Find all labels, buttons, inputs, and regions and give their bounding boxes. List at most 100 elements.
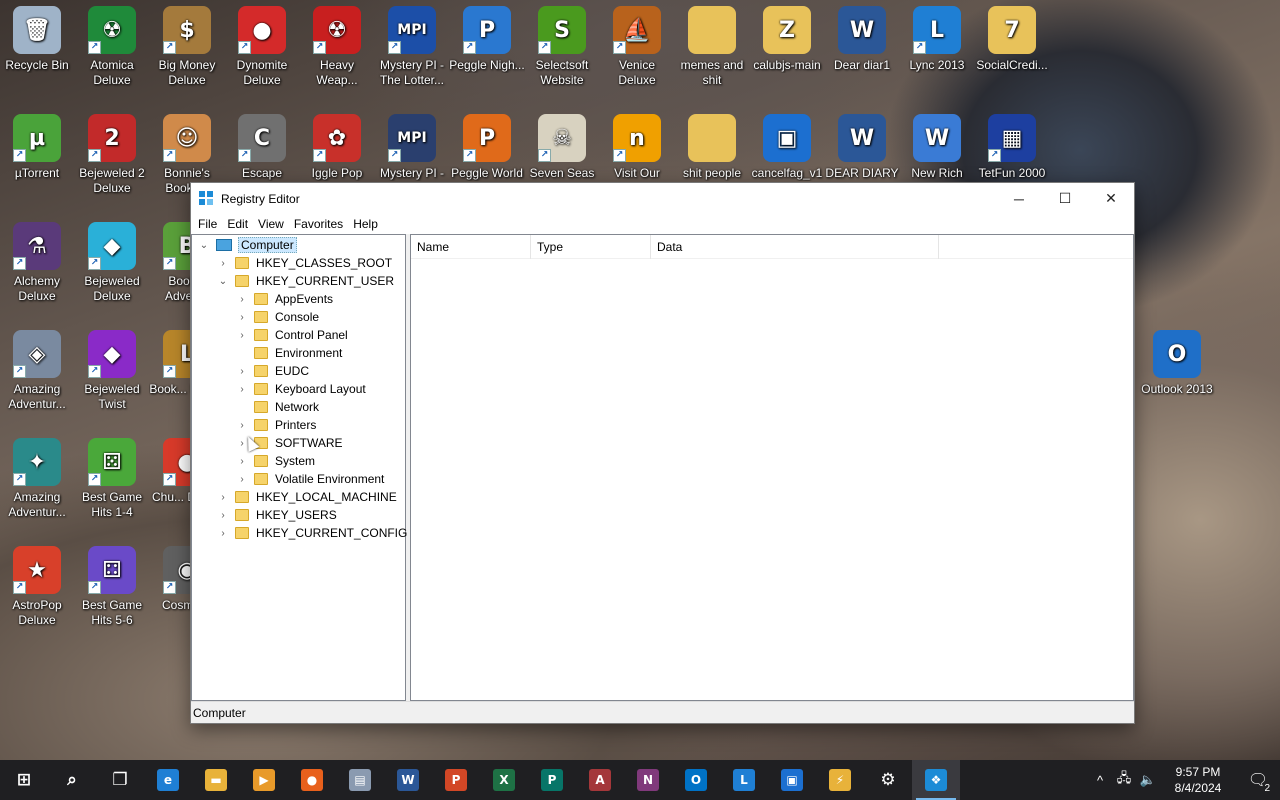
desktop-icon[interactable]: n ↗ Visit Our [599,112,675,181]
desktop-icon[interactable]: P ↗ Peggle World [449,112,525,181]
tree-node-console[interactable]: › Console [236,308,319,326]
menu-edit[interactable]: Edit [222,217,253,231]
taskbar-button[interactable]: P [432,760,480,800]
desktop-icon[interactable]: shit people [674,112,750,181]
tree-node-hkey-current-config[interactable]: › HKEY_CURRENT_CONFIG [217,524,407,542]
tree-node-printers[interactable]: › Printers [236,416,316,434]
expand-icon[interactable]: › [236,294,248,305]
tree-node-volatile-environment[interactable]: › Volatile Environment [236,470,384,488]
values-list[interactable]: Name Type Data [410,234,1134,701]
expand-icon[interactable]: › [236,312,248,323]
menu-view[interactable]: View [253,217,289,231]
desktop-icon[interactable]: ⛵ ↗ Venice Deluxe [599,4,675,88]
desktop-icon[interactable]: C ↗ Escape [224,112,300,181]
taskbar-button[interactable]: ❐ [96,760,144,800]
taskbar-button[interactable]: ▬ [192,760,240,800]
tree-node-keyboard-layout[interactable]: › Keyboard Layout [236,380,365,398]
tree-node-hkey-users[interactable]: › HKEY_USERS [217,506,336,524]
desktop-icon[interactable]: O Outlook 2013 [1139,328,1215,397]
desktop-icon[interactable]: W Dear diar1 [824,4,900,73]
column-type[interactable]: Type [531,234,651,259]
action-center-button[interactable]: 🗨 2 [1236,770,1280,794]
tree-node-control-panel[interactable]: › Control Panel [236,326,347,344]
desktop-icon[interactable]: ◆ ↗ Bejeweled Twist [74,328,150,412]
desktop-icon[interactable]: ★ ↗ AstroPop Deluxe [0,544,75,628]
desktop-icon[interactable]: MPI ↗ Mystery PI - The Lotter... [374,4,450,88]
taskbar-button[interactable]: X [480,760,528,800]
registry-tree[interactable]: ⌄ Computer › HKEY_CLASSES_ROOT ⌄ HKEY_CURRE… [191,234,407,701]
expand-icon[interactable]: › [217,258,229,269]
desktop-icon[interactable]: memes and shit [674,4,750,88]
tree-node-hkey-local-machine[interactable]: › HKEY_LOCAL_MACHINE [217,488,396,506]
desktop-icon[interactable]: ✿ ↗ Iggle Pop [299,112,375,181]
taskbar-button[interactable]: ❖ [912,760,960,800]
taskbar-button[interactable]: ⚡ [816,760,864,800]
desktop-icon[interactable]: ⚗ ↗ Alchemy Deluxe [0,220,75,304]
desktop-icon[interactable]: ☢ ↗ Atomica Deluxe [74,4,150,88]
expand-icon[interactable]: › [236,330,248,341]
expand-icon[interactable]: › [217,492,229,503]
desktop-icon[interactable]: ▦ ↗ TetFun 2000 [974,112,1050,181]
expand-icon[interactable]: › [236,474,248,485]
taskbar-button[interactable]: W [384,760,432,800]
expand-icon[interactable]: › [236,366,248,377]
title-bar[interactable]: Registry Editor ─ ☐ ✕ [191,183,1134,214]
taskbar-button[interactable]: ▣ [768,760,816,800]
taskbar-button[interactable]: ⌕ [48,760,96,800]
desktop-icon[interactable]: ⚄ ↗ Best Game Hits 1-4 [74,436,150,520]
taskbar-button[interactable]: ▶ [240,760,288,800]
taskbar-button[interactable]: ⊞ [0,760,48,800]
clock[interactable]: 9:57 PM 8/4/2024 [1160,764,1236,796]
desktop-icon[interactable]: ◈ ↗ Amazing Adventur... [0,328,75,412]
taskbar-button[interactable]: P [528,760,576,800]
desktop-icon[interactable]: W New Rich [899,112,975,181]
taskbar-button[interactable]: ▤ [336,760,384,800]
desktop-icon[interactable]: L ↗ Lync 2013 [899,4,975,73]
desktop-icon[interactable]: 7 SocialCredi... [974,4,1050,73]
menu-file[interactable]: File [193,217,222,231]
desktop-icon[interactable]: ⚃ ↗ Best Game Hits 5-6 [74,544,150,628]
expand-icon[interactable]: › [236,420,248,431]
desktop-icon[interactable]: 🗑 Recycle Bin [0,4,75,73]
desktop-icon[interactable]: P ↗ Peggle Nigh... [449,4,525,73]
menu-help[interactable]: Help [348,217,383,231]
tree-node-environment[interactable]: Environment [236,344,342,362]
tree-node-appevents[interactable]: › AppEvents [236,290,333,308]
tree-node-computer[interactable]: ⌄ Computer [198,236,297,254]
desktop-icon[interactable]: MPI ↗ Mystery PI - [374,112,450,181]
maximize-button[interactable]: ☐ [1042,183,1088,214]
taskbar-button[interactable]: e [144,760,192,800]
expand-icon[interactable]: › [217,510,229,521]
collapse-icon[interactable]: ⌄ [217,276,229,287]
close-button[interactable]: ✕ [1088,183,1134,214]
minimize-button[interactable]: ─ [996,183,1042,214]
taskbar-button[interactable]: L [720,760,768,800]
taskbar-button[interactable]: A [576,760,624,800]
desktop-icon[interactable]: µ ↗ µTorrent [0,112,75,181]
column-name[interactable]: Name [411,234,531,259]
expand-icon[interactable]: › [236,384,248,395]
expand-icon[interactable]: › [217,528,229,539]
desktop-icon[interactable]: W DEAR DIARY [824,112,900,181]
volume-icon[interactable]: 🔈 [1136,772,1160,788]
desktop-icon[interactable]: S ↗ Selectsoft Website [524,4,600,88]
desktop-icon[interactable]: ● ↗ Dynomite Deluxe [224,4,300,88]
desktop-icon[interactable]: ☢ ↗ Heavy Weap... [299,4,375,88]
desktop-icon[interactable]: ◆ ↗ Bejeweled Deluxe [74,220,150,304]
tree-node-hkey-classes-root[interactable]: › HKEY_CLASSES_ROOT [217,254,392,272]
tree-node-system[interactable]: › System [236,452,315,470]
taskbar-button[interactable]: N [624,760,672,800]
tree-node-network[interactable]: Network [236,398,319,416]
tree-node-eudc[interactable]: › EUDC [236,362,309,380]
column-data[interactable]: Data [651,234,939,259]
desktop-icon[interactable]: 2 ↗ Bejeweled 2 Deluxe [74,112,150,196]
desktop-icon[interactable]: ✦ ↗ Amazing Adventur... [0,436,75,520]
desktop-icon[interactable]: $ ↗ Big Money Deluxe [149,4,225,88]
desktop-icon[interactable]: ☠ ↗ Seven Seas [524,112,600,181]
tree-node-hkey-current-user[interactable]: ⌄ HKEY_CURRENT_USER [217,272,394,290]
taskbar-button[interactable]: ⚙ [864,760,912,800]
desktop-icon[interactable]: ▣ cancelfag_v1 [749,112,825,181]
collapse-icon[interactable]: ⌄ [198,240,210,251]
show-hidden-icons-icon[interactable]: ^ [1088,773,1112,788]
taskbar-button[interactable]: ● [288,760,336,800]
